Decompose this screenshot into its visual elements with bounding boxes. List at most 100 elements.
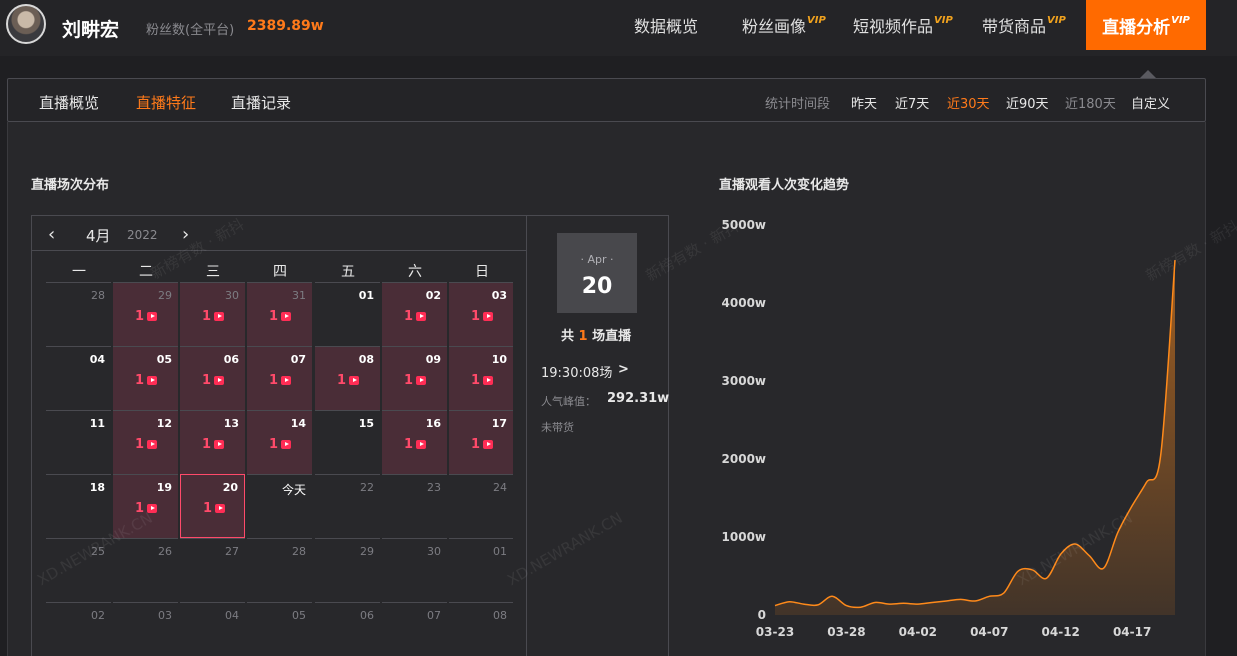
live-play-icon [214, 376, 224, 385]
calendar-day[interactable]: 28 [247, 538, 312, 602]
weekday-label: 日 [475, 264, 489, 280]
nav-label: 带货商品 [982, 17, 1047, 36]
tab-live-records[interactable]: 直播记录 [231, 92, 291, 113]
range-custom[interactable]: 自定义 [1131, 93, 1170, 112]
day-number: 17 [491, 417, 507, 430]
range-7d[interactable]: 近7天 [895, 93, 929, 112]
live-count: 1 [135, 437, 145, 452]
calendar-day[interactable]: 01 [449, 538, 513, 602]
calendar-day[interactable]: 10 1 [449, 346, 513, 410]
day-number: 01 [358, 289, 374, 302]
live-count: 1 [202, 309, 212, 324]
day-number: 19 [156, 481, 172, 494]
calendar-day[interactable]: 02 [46, 602, 111, 656]
nav-fan-portrait[interactable]: 粉丝画像 VIP [742, 0, 826, 50]
tab-live-features[interactable]: 直播特征 [136, 92, 196, 113]
calendar-day[interactable]: 30 [382, 538, 447, 602]
nav-data-overview[interactable]: 数据概览 [634, 0, 698, 50]
calendar-day[interactable]: 05 [247, 602, 312, 656]
calendar-day[interactable]: 12 1 [113, 410, 178, 474]
calendar-day[interactable]: 04 [46, 346, 111, 410]
calendar-day[interactable]: 13 1 [180, 410, 245, 474]
weekday-label: 四 [273, 264, 287, 280]
views-trend-chart[interactable]: 0 1000w 2000w 3000w 4000w 5000w 03-23 03-28 04-… [700, 200, 1200, 656]
calendar-day[interactable]: 29 [315, 538, 380, 602]
day-number: 27 [225, 545, 239, 558]
session-link[interactable]: 19:30:08场 [541, 362, 612, 381]
nav-live-analysis[interactable]: 直播分析 VIP [1086, 0, 1206, 50]
peak-label: 人气峰值： [541, 395, 596, 408]
calendar-day[interactable]: 09 1 [382, 346, 447, 410]
calendar-day[interactable]: 08 1 [315, 346, 380, 410]
nav-label: 直播分析 [1102, 17, 1171, 38]
calendar-day[interactable]: 18 [46, 474, 111, 538]
calendar-day-selected[interactable]: 20 1 [180, 474, 245, 538]
total-count: 1 [578, 329, 588, 344]
live-play-icon [281, 312, 291, 321]
range-30d[interactable]: 近30天 [947, 93, 990, 112]
y-tick-label: 5000w [722, 218, 766, 232]
calendar-day[interactable]: 24 [449, 474, 513, 538]
calendar-day[interactable]: 29 1 [113, 282, 178, 346]
calendar-day[interactable]: 28 [46, 282, 111, 346]
x-tick-label: 04-02 [899, 625, 937, 639]
live-count: 1 [202, 437, 212, 452]
day-number: 11 [89, 417, 105, 430]
day-number: 05 [156, 353, 172, 366]
calendar-day[interactable]: 23 [382, 474, 447, 538]
prev-month-button[interactable]: ‹ [48, 224, 55, 245]
calendar-day[interactable]: 04 [180, 602, 245, 656]
x-tick-label: 04-07 [970, 625, 1008, 639]
day-number: 16 [425, 417, 441, 430]
weekday-label: 二 [139, 264, 153, 280]
day-number: 07 [290, 353, 306, 366]
y-tick-label: 4000w [722, 296, 766, 310]
day-number: 06 [223, 353, 239, 366]
calendar-day[interactable]: 02 1 [382, 282, 447, 346]
selected-day: 20 [581, 274, 613, 299]
calendar-day[interactable]: 今天 [247, 474, 312, 538]
calendar-day[interactable]: 06 1 [180, 346, 245, 410]
nav-short-videos[interactable]: 短视频作品 VIP [853, 0, 953, 50]
live-count: 1 [471, 309, 481, 324]
calendar-day[interactable]: 25 [46, 538, 111, 602]
x-tick-label: 04-17 [1113, 625, 1151, 639]
day-number: 02 [425, 289, 441, 302]
calendar-day[interactable]: 06 [315, 602, 380, 656]
weekday-label: 三 [206, 264, 220, 280]
calendar-day[interactable]: 01 [315, 282, 380, 346]
nav-products[interactable]: 带货商品 VIP [982, 0, 1066, 50]
total-suffix: 场直播 [592, 329, 632, 344]
range-180d[interactable]: 近180天 [1065, 93, 1116, 112]
calendar-day[interactable]: 11 [46, 410, 111, 474]
session-arrow-icon[interactable]: > [618, 362, 629, 377]
range-90d[interactable]: 近90天 [1006, 93, 1049, 112]
calendar-day[interactable]: 17 1 [449, 410, 513, 474]
day-number: 12 [156, 417, 172, 430]
live-count: 1 [203, 501, 213, 516]
calendar-day[interactable]: 05 1 [113, 346, 178, 410]
calendar-day[interactable]: 14 1 [247, 410, 312, 474]
calendar-day[interactable]: 30 1 [180, 282, 245, 346]
calendar-day[interactable]: 19 1 [113, 474, 178, 538]
calendar-day[interactable]: 16 1 [382, 410, 447, 474]
calendar-day[interactable]: 08 [449, 602, 513, 656]
y-tick-label: 0 [758, 608, 766, 622]
calendar-day[interactable]: 03 [113, 602, 178, 656]
calendar-day[interactable]: 03 1 [449, 282, 513, 346]
calendar-day[interactable]: 15 [315, 410, 380, 474]
calendar-day[interactable]: 22 [315, 474, 380, 538]
day-number: 31 [292, 289, 306, 302]
live-count: 1 [135, 309, 145, 324]
live-count: 1 [269, 309, 279, 324]
avatar[interactable] [6, 4, 46, 44]
calendar-day[interactable]: 07 1 [247, 346, 312, 410]
tab-live-overview[interactable]: 直播概览 [39, 92, 99, 113]
day-number: 26 [158, 545, 172, 558]
calendar-day[interactable]: 26 [113, 538, 178, 602]
next-month-button[interactable]: › [182, 224, 189, 245]
calendar-day[interactable]: 27 [180, 538, 245, 602]
range-yesterday[interactable]: 昨天 [851, 93, 877, 112]
calendar-day[interactable]: 07 [382, 602, 447, 656]
calendar-day[interactable]: 31 1 [247, 282, 312, 346]
